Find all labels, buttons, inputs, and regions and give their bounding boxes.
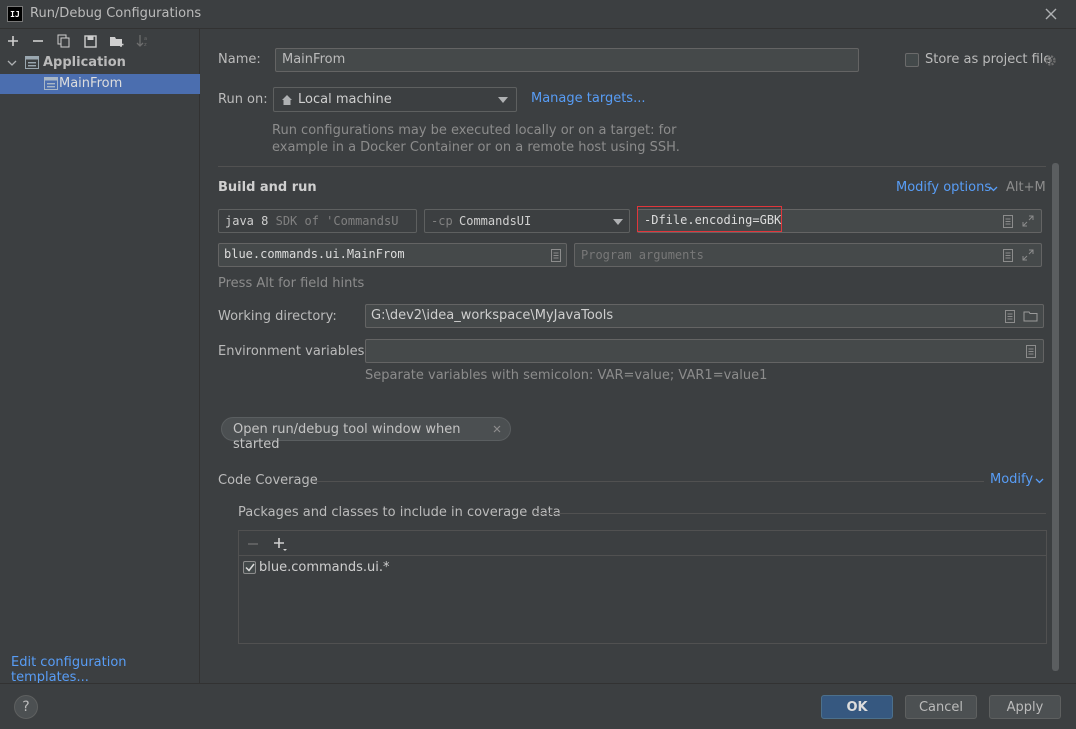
list-item[interactable]: blue.commands.ui.* (243, 559, 643, 577)
chevron-down-icon (498, 95, 508, 105)
cancel-button[interactable]: Cancel (905, 695, 977, 719)
dialog-footer: ? OK Cancel Apply (0, 683, 1076, 729)
run-on-select[interactable]: Local machine (273, 87, 517, 112)
run-on-value: Local machine (298, 92, 392, 107)
store-project-label[interactable]: Store as project file (925, 52, 1051, 67)
vm-options-input[interactable]: -Dfile.encoding=GBK (637, 206, 1042, 233)
modify-shortcut: Alt+M (1006, 180, 1046, 195)
config-form: Name: MainFrom Store as project file Run… (201, 29, 1076, 683)
main-class-value: blue.commands.ui.MainFrom (224, 247, 405, 261)
document-icon[interactable] (549, 248, 563, 262)
svg-text:z: z (144, 42, 147, 48)
env-help: Separate variables with semicolon: VAR=v… (365, 368, 768, 383)
ok-button[interactable]: OK (821, 695, 893, 719)
coverage-separator (314, 481, 984, 482)
coverage-list: blue.commands.ui.* (238, 530, 1047, 644)
remove-icon[interactable] (246, 537, 260, 551)
gear-icon[interactable] (1043, 53, 1057, 67)
list-item-label: blue.commands.ui.* (259, 560, 390, 575)
coverage-modify-link[interactable]: Modify (990, 472, 1033, 487)
coverage-packages-label: Packages and classes to include in cover… (238, 505, 561, 520)
env-input[interactable] (365, 339, 1044, 363)
program-args-placeholder: Program arguments (581, 248, 704, 262)
program-args-input[interactable]: Program arguments (574, 243, 1042, 267)
classpath-select[interactable]: -cp CommandsUI (424, 209, 630, 233)
tree-item-label: MainFrom (59, 76, 123, 91)
run-on-label: Run on: (218, 92, 268, 107)
home-icon (280, 93, 293, 106)
name-label: Name: (218, 52, 261, 67)
left-panel: az Application MainFrom Edit configurati… (0, 29, 200, 685)
env-label: Environment variables: (218, 344, 369, 359)
expand-icon[interactable] (1021, 248, 1035, 262)
expand-icon[interactable] (1021, 214, 1035, 228)
add-icon[interactable] (272, 536, 288, 552)
name-input[interactable]: MainFrom (275, 48, 859, 72)
tree-item-application[interactable]: Application (0, 54, 200, 72)
name-value: MainFrom (282, 52, 346, 67)
tree-item-label: Application (43, 55, 126, 70)
folder-icon[interactable] (1022, 309, 1038, 323)
remove-icon[interactable] (30, 33, 46, 49)
edit-templates-link[interactable]: Edit configuration templates... (11, 655, 199, 685)
app-icon: IJ (7, 6, 23, 22)
store-project-checkbox[interactable] (905, 53, 919, 67)
add-icon[interactable] (5, 33, 21, 49)
sdk-select[interactable]: java 8 SDK of 'CommandsU (218, 209, 417, 233)
cp-value: CommandsUI (459, 214, 532, 228)
modify-options-link[interactable]: Modify options (896, 180, 991, 195)
vm-options-value: -Dfile.encoding=GBK (644, 213, 782, 227)
help-button[interactable]: ? (14, 695, 38, 719)
document-icon[interactable] (1024, 344, 1038, 358)
run-on-help-2: example in a Docker Container or on a re… (272, 140, 680, 155)
copy-icon[interactable] (56, 33, 72, 49)
run-on-help-1: Run configurations may be executed local… (272, 123, 677, 138)
coverage-list-toolbar (239, 531, 1046, 556)
chip-label: Open run/debug tool window when started (233, 422, 461, 452)
chevron-down-icon[interactable] (1034, 476, 1044, 486)
cp-prefix: -cp (431, 214, 453, 228)
new-folder-icon[interactable] (108, 33, 126, 49)
checkbox-checked[interactable] (243, 561, 256, 574)
save-icon[interactable] (82, 33, 98, 49)
close-icon[interactable] (1042, 5, 1060, 23)
application-icon (43, 76, 58, 91)
window-title: Run/Debug Configurations (30, 6, 202, 21)
application-icon (24, 55, 39, 70)
scrollbar[interactable] (1052, 163, 1059, 671)
build-run-title: Build and run (218, 180, 317, 195)
title-bar: IJ Run/Debug Configurations (0, 0, 1076, 29)
manage-targets-link[interactable]: Manage targets... (531, 91, 645, 106)
apply-button[interactable]: Apply (989, 695, 1061, 719)
close-icon[interactable] (492, 424, 502, 434)
chevron-down-icon[interactable] (988, 184, 998, 194)
left-toolbar: az (0, 29, 200, 53)
tree-item-mainfrom[interactable]: MainFrom (0, 74, 200, 94)
document-icon[interactable] (1001, 248, 1015, 262)
working-dir-value: G:\dev2\idea_workspace\MyJavaTools (371, 308, 614, 323)
main-class-input[interactable]: blue.commands.ui.MainFrom (218, 243, 567, 267)
sdk-detail-text: SDK of 'CommandsU (275, 214, 399, 228)
sdk-java: java 8 SDK of 'CommandsU (225, 214, 398, 228)
coverage-packages-separator (534, 513, 1046, 514)
document-icon[interactable] (1001, 214, 1015, 228)
field-hints: Press Alt for field hints (218, 276, 365, 291)
separator (218, 166, 1046, 167)
chevron-down-icon (613, 218, 623, 226)
sdk-java-text: java 8 (225, 214, 269, 228)
document-icon[interactable] (1003, 309, 1017, 323)
sort-icon[interactable]: az (135, 33, 151, 49)
working-dir-input[interactable]: G:\dev2\idea_workspace\MyJavaTools (365, 304, 1044, 328)
working-dir-label: Working directory: (218, 309, 337, 324)
coverage-title: Code Coverage (218, 473, 318, 488)
option-chip[interactable]: Open run/debug tool window when started (221, 417, 511, 452)
chevron-down-icon[interactable] (6, 57, 18, 69)
